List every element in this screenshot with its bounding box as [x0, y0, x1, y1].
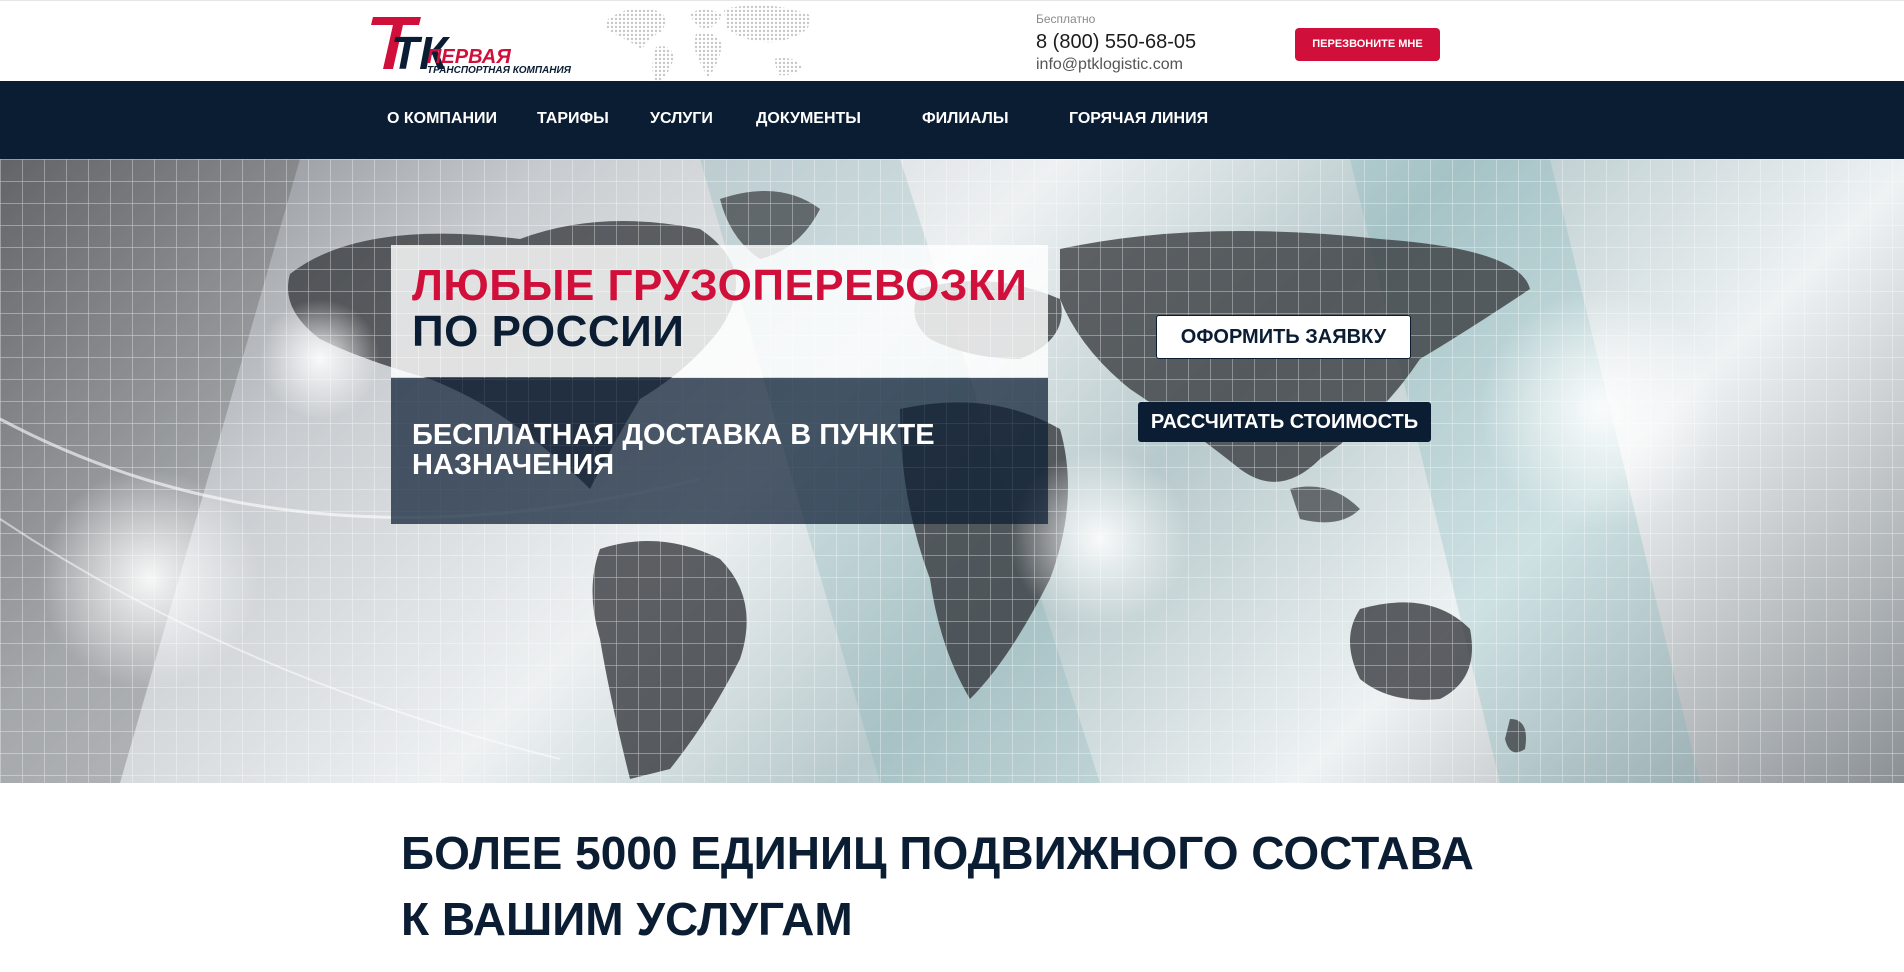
hero-headline-line1: ЛЮБЫЕ ГРУЗОПЕРЕВОЗКИ: [412, 261, 1028, 310]
main-nav: О КОМПАНИИ ТАРИФЫ УСЛУГИ ДОКУМЕНТЫ ФИЛИА…: [0, 81, 1904, 159]
nav-item-hotline[interactable]: ГОРЯЧАЯ ЛИНИЯ: [1069, 81, 1208, 159]
order-button[interactable]: ОФОРМИТЬ ЗАЯВКУ: [1156, 315, 1411, 359]
phone-link[interactable]: 8 (800) 550-68-05: [1036, 29, 1196, 55]
email-link[interactable]: info@ptklogistic.com: [1036, 55, 1196, 75]
hero-banner: ЛЮБЫЕ ГРУЗОПЕРЕВОЗКИ ПО РОССИИ БЕСПЛАТНА…: [0, 159, 1904, 783]
nav-item-tariffs[interactable]: ТАРИФЫ: [537, 81, 609, 159]
fleet-title-line2: К ВАШИМ УСЛУГАМ: [401, 893, 853, 945]
header-world-map-decoration: [605, 5, 811, 81]
hero-headline-box: ЛЮБЫЕ ГРУЗОПЕРЕВОЗКИ ПО РОССИИ: [391, 245, 1048, 377]
callback-button[interactable]: ПЕРЕЗВОНИТЕ МНЕ: [1295, 28, 1440, 61]
nav-item-branches[interactable]: ФИЛИАЛЫ: [922, 81, 1009, 159]
site-header: ТК ПЕРВАЯ ТРАНСПОРТНАЯ КОМПАНИЯ Бесплатн…: [0, 0, 1904, 81]
hero-headline-line2: ПО РОССИИ: [412, 307, 685, 356]
nav-item-documents[interactable]: ДОКУМЕНТЫ: [756, 81, 861, 159]
nav-item-services[interactable]: УСЛУГИ: [650, 81, 713, 159]
nav-item-about[interactable]: О КОМПАНИИ: [387, 81, 497, 159]
fleet-title-line1: БОЛЕЕ 5000 ЕДИНИЦ ПОДВИЖНОГО СОСТАВА: [401, 827, 1474, 879]
logo-tagline: ТРАНСПОРТНАЯ КОМПАНИЯ: [427, 65, 572, 75]
hero-subline: БЕСПЛАТНАЯ ДОСТАВКА В ПУНКТЕ НАЗНАЧЕНИЯ: [412, 419, 935, 481]
fleet-section-title: БОЛЕЕ 5000 ЕДИНИЦ ПОДВИЖНОГО СОСТАВА К В…: [401, 820, 1551, 952]
calculate-cost-button[interactable]: РАССЧИТАТЬ СТОИМОСТЬ: [1138, 402, 1431, 442]
contact-block: Бесплатно 8 (800) 550-68-05 info@ptklogi…: [1036, 12, 1196, 75]
company-logo[interactable]: ТК ПЕРВАЯ ТРАНСПОРТНАЯ КОМПАНИЯ: [371, 13, 586, 79]
free-call-label: Бесплатно: [1036, 12, 1096, 26]
logo-mark: ТК ПЕРВАЯ ТРАНСПОРТНАЯ КОМПАНИЯ: [371, 17, 572, 79]
hero-subline-box: БЕСПЛАТНАЯ ДОСТАВКА В ПУНКТЕ НАЗНАЧЕНИЯ: [391, 378, 1048, 524]
